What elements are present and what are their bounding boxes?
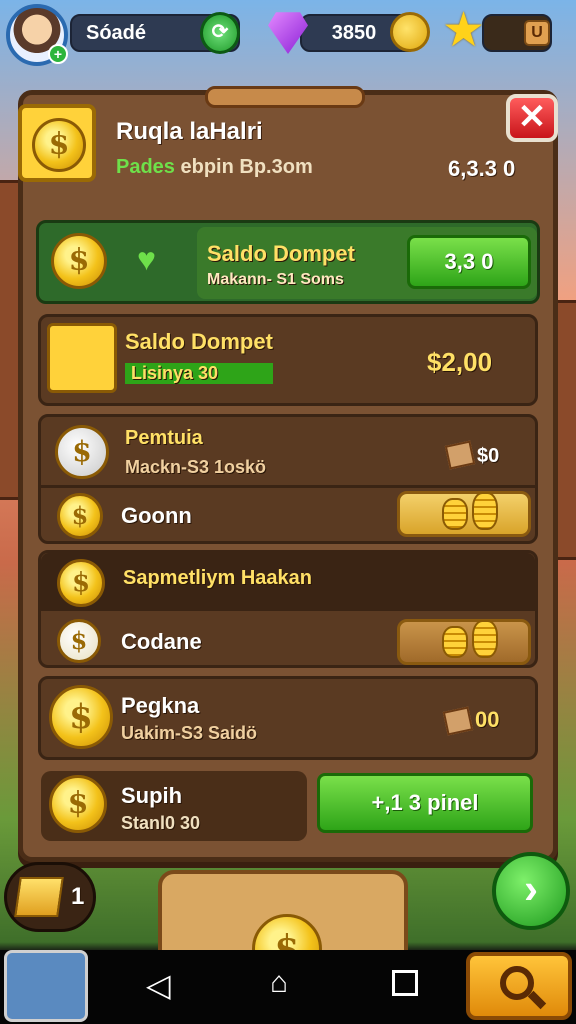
player-avatar[interactable]: + bbox=[6, 4, 68, 66]
currency-value: 3850 bbox=[331, 22, 377, 44]
plus-icon[interactable]: + bbox=[48, 44, 68, 64]
chest-counter[interactable]: 1 bbox=[4, 862, 96, 932]
subtitle-text: ebpin Bp.3om bbox=[174, 156, 313, 178]
row-subtitle: Lisinya 30 bbox=[125, 363, 273, 384]
chest-count: 1 bbox=[71, 883, 85, 910]
row-divider bbox=[41, 485, 535, 488]
ticket-icon bbox=[444, 440, 476, 470]
home-icon[interactable]: ⌂ bbox=[270, 966, 288, 1000]
coin-icon: $ bbox=[55, 425, 109, 479]
claim-button[interactable]: 3,3 0 bbox=[407, 235, 531, 289]
collect-button[interactable] bbox=[397, 619, 531, 665]
recent-icon[interactable] bbox=[392, 970, 418, 996]
star-icon: ★ bbox=[442, 4, 486, 57]
list-item: $ ♥ Saldo Dompet Makann- S1 Soms 3,3 0 bbox=[36, 220, 540, 304]
row-title: Pegkna bbox=[121, 693, 200, 718]
dialog-title: Ruqla laHalri bbox=[116, 118, 263, 145]
list-item: $ Sapmetliym Haakan $ Codane bbox=[38, 550, 538, 668]
collect-button[interactable] bbox=[397, 491, 531, 537]
profile-avatar[interactable] bbox=[4, 950, 88, 1022]
row-value: $2,00 bbox=[427, 347, 493, 377]
row-subtitle: Uakim-S3 Saidö bbox=[121, 723, 258, 743]
coin-stack-icon bbox=[442, 626, 468, 658]
list-item: $ Pemtuia Mackn-S3 1oskö $0 $ Goonn bbox=[38, 414, 538, 544]
wallet-header-icon: $ bbox=[18, 104, 96, 182]
row-value: 00 bbox=[475, 707, 500, 732]
subtitle-highlight: Pades bbox=[116, 156, 175, 178]
coin-stack-icon bbox=[472, 492, 498, 530]
list-item: $ Supih Stanl0 30 +,1 3 pinel bbox=[38, 768, 538, 842]
coin-icon: $ bbox=[49, 775, 107, 833]
search-button[interactable] bbox=[466, 952, 572, 1020]
row-subtitle: Makann- S1 Soms bbox=[207, 271, 344, 288]
coin-icon: $ bbox=[57, 619, 101, 663]
coin-icon: $ bbox=[57, 559, 105, 607]
coin-icon bbox=[390, 12, 430, 52]
player-name-pill: Sóadé ⟳ bbox=[70, 12, 240, 54]
dialog-subtitle: Pades ebpin Bp.3om bbox=[116, 156, 313, 179]
coin-stack-icon bbox=[472, 620, 498, 658]
refresh-button[interactable]: ⟳ bbox=[200, 12, 240, 54]
chest-icon bbox=[14, 877, 64, 917]
row-sub-label: Codane bbox=[121, 629, 202, 654]
row-value: $0 bbox=[477, 445, 500, 467]
reward-panel[interactable]: $ bbox=[158, 870, 408, 984]
coin-icon: $ bbox=[51, 233, 107, 289]
search-handle bbox=[527, 990, 547, 1010]
top-bar: + Sóadé ⟳ 3850 U ★ bbox=[0, 0, 576, 70]
list-item: Saldo Dompet Lisinya 30 $2,00 bbox=[38, 314, 538, 406]
coin-icon: $ bbox=[32, 118, 86, 172]
star-pill: U bbox=[482, 14, 552, 52]
coin-stack-icon bbox=[442, 498, 468, 530]
heart-icon: ♥ bbox=[137, 241, 156, 277]
row-title: Pemtuia bbox=[125, 427, 203, 449]
coin-icon: $ bbox=[49, 685, 113, 749]
list-item: $ Pegkna Uakim-S3 Saidö 00 bbox=[38, 676, 538, 760]
header-value: 6,3.3 0 bbox=[448, 156, 516, 181]
player-name: Sóadé bbox=[86, 22, 147, 44]
next-button[interactable]: › bbox=[492, 852, 570, 930]
coin-icon: $ bbox=[57, 493, 103, 539]
row-sub-label: Goonn bbox=[121, 503, 192, 528]
star-button[interactable]: U bbox=[524, 20, 550, 46]
close-button[interactable]: ✕ bbox=[506, 94, 558, 142]
dialog-ornament bbox=[205, 86, 365, 108]
ticket-icon bbox=[442, 706, 474, 736]
row-subtitle: Mackn-S3 1oskö bbox=[125, 457, 267, 477]
back-icon[interactable]: ◁ bbox=[146, 966, 171, 1004]
row-title: Sapmetliym Haakan bbox=[123, 567, 312, 589]
row-title: Saldo Dompet bbox=[125, 329, 273, 354]
row-title: Saldo Dompet bbox=[207, 241, 355, 266]
row-subtitle: Stanl0 30 bbox=[121, 813, 201, 833]
row-title: Supih bbox=[121, 783, 183, 808]
background-house-right bbox=[555, 300, 576, 560]
claim-button[interactable]: +,1 3 pinel bbox=[317, 773, 533, 833]
character-avatar bbox=[47, 323, 117, 393]
